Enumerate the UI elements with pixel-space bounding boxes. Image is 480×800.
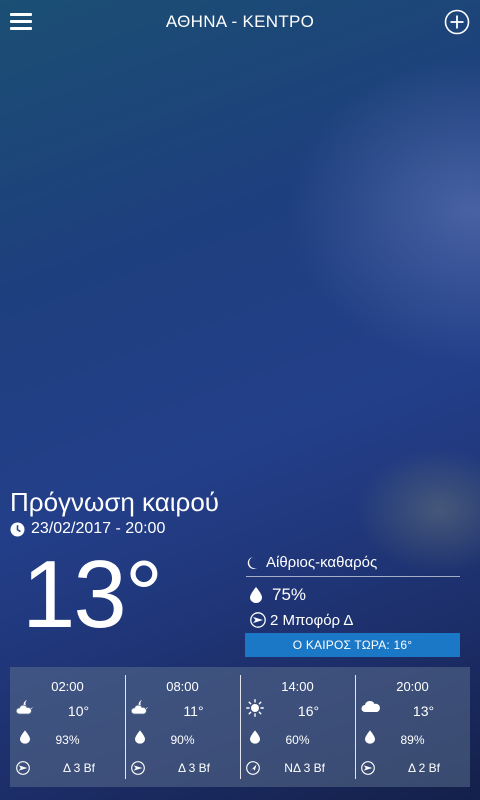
weather-now-button[interactable]: Ο ΚΑΙΡΟΣ ΤΩΡΑ: 16°	[245, 633, 460, 657]
hourly-wind: Δ 3 Bf	[62, 761, 95, 775]
hourly-temp: 10°	[67, 703, 90, 719]
hourly-wind: ΝΔ 3 Bf	[284, 761, 325, 775]
datetime-text: 23/02/2017 - 20:00	[31, 520, 166, 537]
clock-icon	[10, 522, 25, 536]
wind-direction-icon	[16, 761, 30, 775]
hourly-item: 20:00 13° 89% Δ 2 Bf	[355, 667, 470, 787]
wind-direction-icon	[250, 612, 266, 628]
hourly-temp: 13°	[412, 703, 435, 719]
plus-circle-icon[interactable]	[444, 9, 470, 35]
hourly-time: 08:00	[166, 679, 199, 694]
hourly-temp: 16°	[297, 703, 320, 719]
wind-direction-icon	[246, 761, 260, 775]
hourly-humidity: 93%	[55, 733, 80, 747]
crescent-moon-icon	[247, 556, 257, 569]
hourly-humidity: 60%	[285, 733, 310, 747]
hourly-wind: Δ 2 Bf	[407, 761, 440, 775]
hourly-humidity: 89%	[400, 733, 425, 747]
hourly-humidity: 90%	[170, 733, 195, 747]
hamburger-menu-icon[interactable]	[10, 13, 32, 31]
hourly-item: 02:00 10° 93% Δ 3 Bf	[10, 667, 125, 787]
forecast-datetime: 23/02/2017 - 20:00	[10, 519, 165, 539]
humidity-row: 75%	[250, 585, 306, 605]
hourly-wind: Δ 3 Bf	[177, 761, 210, 775]
wind-row: 2 Μποφόρ Δ	[250, 610, 353, 630]
current-temperature: 13°	[22, 541, 163, 648]
wind-direction-icon	[131, 761, 145, 775]
water-drop-icon	[250, 587, 262, 603]
hourly-temp: 11°	[183, 703, 204, 719]
wind-text: 2 Μποφόρ Δ	[270, 611, 354, 629]
condition-text: Αίθριος-καθαρός	[266, 554, 378, 571]
hourly-forecast-panel: 02:00 10° 93% Δ 3 Bf 08:00 11° 90% Δ 3 B…	[10, 667, 470, 787]
hourly-item: 08:00 11° 90% Δ 3 Bf	[125, 667, 240, 787]
hourly-time: 02:00	[51, 679, 84, 694]
wind-direction-icon	[361, 761, 375, 775]
hourly-time: 20:00	[396, 679, 429, 694]
top-bar: ΑΘΗΝΑ - ΚΕΝΤΡΟ	[0, 0, 480, 46]
condition-row: Αίθριος-καθαρός	[246, 549, 460, 577]
location-title: ΑΘΗΝΑ - ΚΕΝΤΡΟ	[165, 12, 315, 31]
forecast-title: Πρόγνωση καιρού	[10, 487, 220, 517]
humidity-text: 75%	[272, 585, 307, 604]
hourly-time: 14:00	[281, 679, 314, 694]
hourly-item: 14:00 16° 60% ΝΔ 3 Bf	[240, 667, 355, 787]
